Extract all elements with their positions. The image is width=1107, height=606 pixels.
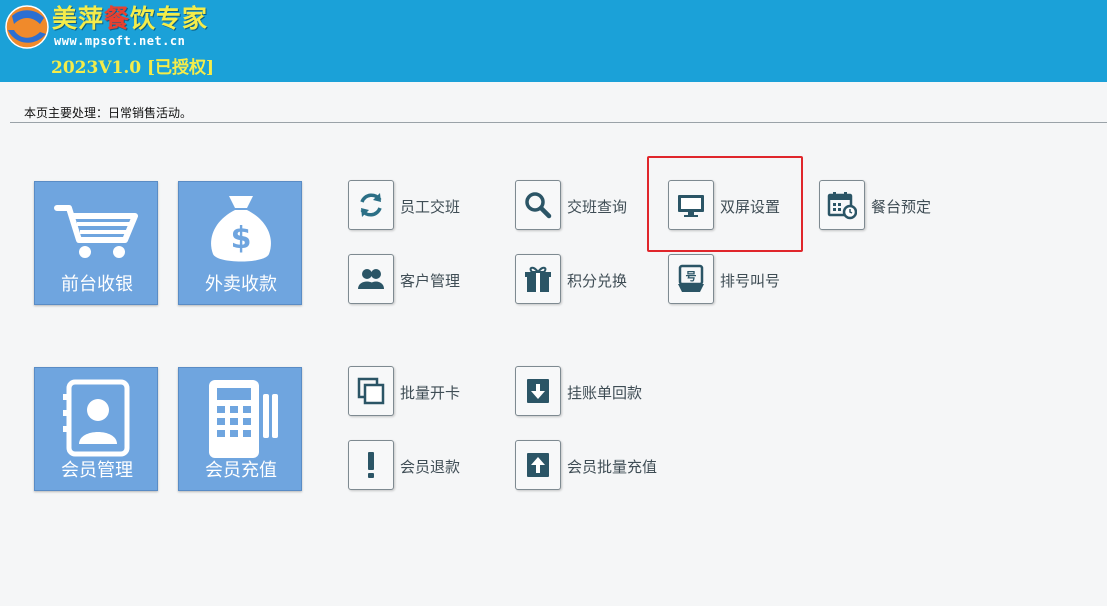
money-bag-icon: $ — [179, 188, 303, 272]
info-text: 本页主要处理：日常销售活动。 — [24, 106, 193, 120]
brand-name-part2: 餐 — [104, 4, 131, 33]
item-label: 会员退款 — [400, 458, 461, 476]
item-label: 餐台预定 — [871, 198, 932, 216]
exclamation-icon — [348, 440, 394, 490]
tile-label: 会员充值 — [205, 460, 277, 481]
app-header: 美萍餐饮专家 www.mpsoft.net.cn 2023V1.0 [已授权] — [0, 0, 1107, 82]
tile-label: 外卖收款 — [205, 274, 277, 295]
brand-url: www.mpsoft.net.cn — [54, 34, 186, 48]
item-label: 交班查询 — [567, 198, 628, 216]
brand-name: 美萍餐饮专家 — [52, 3, 208, 35]
shopping-cart-icon — [35, 188, 159, 272]
queue-number-icon: 号 — [668, 254, 714, 304]
item-label: 员工交班 — [400, 198, 461, 216]
item-label: 客户管理 — [400, 272, 461, 290]
search-icon — [515, 180, 561, 230]
download-icon — [515, 366, 561, 416]
item-label: 积分兑换 — [567, 272, 628, 290]
highlight-box — [647, 156, 803, 252]
brand-name-part1: 美萍 — [52, 4, 105, 33]
item-label: 挂账单回款 — [567, 384, 643, 402]
item-label: 会员批量充值 — [567, 458, 658, 476]
item-label: 批量开卡 — [400, 384, 461, 402]
copy-cards-icon — [348, 366, 394, 416]
gift-icon — [515, 254, 561, 304]
tile-member-management[interactable]: 会员管理 — [34, 367, 158, 491]
version-label: 2023V1.0 [已授权] — [51, 58, 215, 78]
tile-takeout-payment[interactable]: $ 外卖收款 — [178, 181, 302, 305]
refresh-icon — [348, 180, 394, 230]
pos-terminal-icon — [179, 374, 303, 458]
tile-label: 会员管理 — [61, 460, 133, 481]
tile-label: 前台收银 — [61, 274, 133, 295]
calendar-clock-icon — [819, 180, 865, 230]
svg-text:号: 号 — [686, 270, 697, 283]
member-card-icon — [35, 374, 159, 458]
tile-member-recharge[interactable]: 会员充值 — [178, 367, 302, 491]
tile-front-cashier[interactable]: 前台收银 — [34, 181, 158, 305]
item-label: 排号叫号 — [720, 272, 781, 290]
info-bar: 本页主要处理：日常销售活动。 — [10, 98, 1107, 123]
users-icon — [348, 254, 394, 304]
upload-icon — [515, 440, 561, 490]
globe-logo-icon — [4, 4, 50, 54]
svg-text:$: $ — [231, 221, 252, 256]
brand-name-part3: 饮专家 — [130, 4, 209, 33]
